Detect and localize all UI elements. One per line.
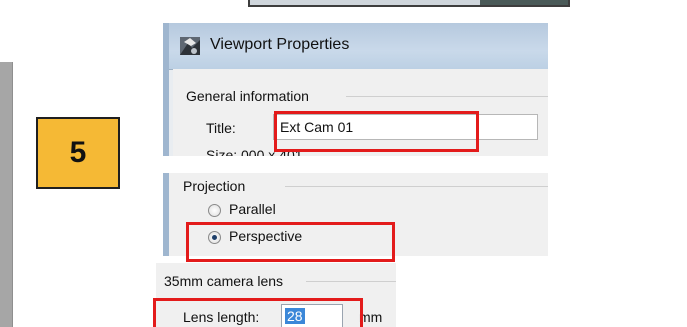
parallel-radio[interactable] — [208, 204, 221, 217]
perspective-highlight-box — [186, 222, 395, 262]
group-divider — [306, 281, 396, 282]
step-number-badge: 5 — [36, 117, 120, 189]
viewport-properties-icon — [178, 34, 202, 58]
dialog-title: Viewport Properties — [210, 36, 350, 53]
step-number: 5 — [69, 136, 87, 169]
group-divider — [346, 96, 548, 97]
title-highlight-box — [274, 111, 479, 152]
group-divider — [285, 186, 548, 187]
camera-lens-label: 35mm camera lens — [164, 273, 284, 289]
dialog-frame — [163, 173, 169, 256]
dialog-titlebar[interactable]: Viewport Properties — [163, 23, 548, 70]
projection-label: Projection — [183, 178, 246, 194]
viewport-preview-edge — [480, 0, 568, 5]
lens-length-highlight-box — [153, 298, 363, 327]
title-label: Title: — [206, 120, 236, 136]
parallel-label[interactable]: Parallel — [229, 201, 276, 217]
general-information-label: General information — [186, 88, 309, 104]
left-window-edge — [0, 62, 13, 327]
dialog-frame — [163, 23, 169, 156]
